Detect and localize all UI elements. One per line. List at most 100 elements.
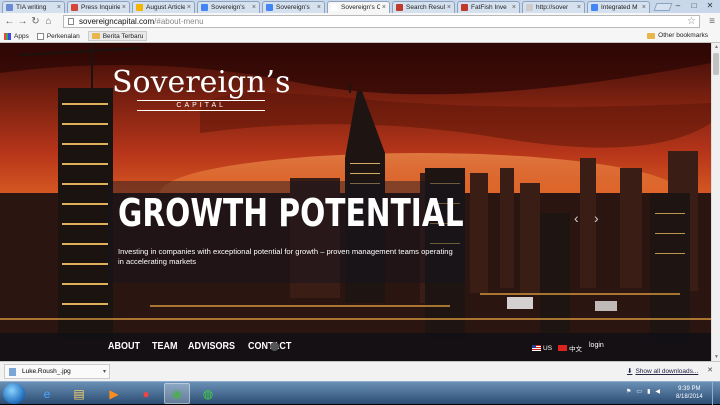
folder-icon	[647, 32, 656, 39]
tab-close-icon[interactable]: ×	[187, 4, 191, 11]
tab-close-icon[interactable]: ×	[447, 4, 451, 11]
address-bar[interactable]: sovereigncapital.com/#about-menu ☆	[63, 15, 700, 28]
close-icon[interactable]: ✕	[707, 366, 713, 374]
browser-tab[interactable]: Sovereign's C ×	[327, 1, 390, 13]
tab-label: August Articles	[146, 4, 185, 11]
window-controls: – □ ✕	[670, 0, 718, 11]
tab-favicon-icon	[266, 4, 273, 11]
url-path: /#about-menu	[154, 17, 204, 26]
apps-label: Apps	[14, 32, 29, 40]
scroll-up-icon[interactable]: ▲	[714, 44, 719, 50]
file-explorer-icon[interactable]: ▤	[66, 383, 92, 404]
download-shelf: Luke.Roush_.jpg ▾ ⬇ Show all downloads..…	[0, 361, 720, 381]
apps-bookmark[interactable]: Apps	[4, 32, 29, 40]
apps-grid-icon	[4, 32, 11, 40]
tab-close-icon[interactable]: ×	[57, 4, 61, 11]
tab-favicon-icon	[396, 4, 403, 11]
tab-close-icon[interactable]: ×	[252, 4, 256, 11]
bookmark-label: Perkenalan	[46, 32, 80, 40]
scrollbar-thumb[interactable]	[713, 53, 719, 75]
tab-close-icon[interactable]: ×	[122, 4, 126, 11]
tab-close-icon[interactable]: ×	[642, 4, 646, 11]
browser-tab[interactable]: TIA writing ×	[2, 1, 65, 13]
minimize-icon[interactable]: –	[670, 0, 686, 11]
network-icon[interactable]: ▮	[647, 388, 650, 395]
home-icon[interactable]: ⌂	[42, 15, 55, 28]
lang-cn[interactable]: 中文	[569, 343, 582, 353]
browser-tab[interactable]: Integrated M ×	[587, 1, 650, 13]
brand-name: Sovereign’s	[112, 65, 291, 100]
tab-label: Integrated M	[601, 4, 638, 11]
forward-icon[interactable]: →	[16, 15, 29, 28]
system-tray: ⚑ ▭ ▮ ◀	[626, 388, 665, 395]
nav-link-about[interactable]: ABOUT	[108, 341, 140, 352]
media-player-icon[interactable]: ▶	[101, 383, 127, 404]
brand-logo[interactable]: Sovereign’s CAPITAL	[112, 68, 290, 111]
tab-favicon-icon	[136, 4, 143, 11]
show-all-downloads-link[interactable]: ⬇ Show all downloads...	[627, 367, 699, 376]
browser-tab[interactable]: Sovereign's ×	[197, 1, 260, 13]
image-file-icon	[9, 367, 16, 376]
browser-toolbar: ← → ↻ ⌂ sovereigncapital.com/#about-menu…	[0, 13, 720, 30]
tab-close-icon[interactable]: ×	[382, 4, 386, 11]
tab-label: Press Inquiries	[81, 4, 120, 11]
browser-tab[interactable]: August Articles ×	[132, 1, 195, 13]
bookmarks-bar: Apps Perkenalan Berita Terbaru Other boo…	[0, 30, 720, 43]
page-viewport: Sovereign’s CAPITAL GROWTH POTENTIAL Inv…	[0, 43, 711, 361]
slider-prev-icon[interactable]: ‹	[574, 210, 579, 226]
chrome-icon[interactable]: ◉	[164, 383, 190, 404]
browser-tab[interactable]: Sovereign's ×	[262, 1, 325, 13]
scroll-down-icon[interactable]: ▼	[714, 354, 719, 360]
page-scrollbar[interactable]: ▲ ▼	[711, 43, 720, 361]
tab-label: Sovereign's C	[341, 4, 380, 11]
monitor-icon[interactable]: ▭	[636, 388, 642, 395]
tab-label: Sovereign's	[211, 4, 245, 11]
bookmark-perkenalan[interactable]: Perkenalan	[36, 32, 80, 40]
browser-tab[interactable]: Press Inquiries ×	[67, 1, 130, 13]
tab-label: http://sover	[536, 4, 569, 11]
china-flag-icon[interactable]	[558, 345, 568, 351]
clock-date: 8/18/2014	[676, 394, 703, 400]
reload-icon[interactable]: ↻	[29, 15, 42, 28]
app-icon[interactable]: ●	[133, 383, 159, 404]
tab-close-icon[interactable]: ×	[317, 4, 321, 11]
browser-tab[interactable]: http://sover ×	[522, 1, 585, 13]
tab-close-icon[interactable]: ×	[577, 4, 581, 11]
back-icon[interactable]: ←	[3, 15, 16, 28]
nav-link-team[interactable]: TEAM	[152, 341, 178, 352]
nav-search-icon[interactable]	[270, 342, 279, 351]
bookmark-star-icon[interactable]: ☆	[687, 16, 696, 27]
show-all-label: Show all downloads...	[635, 367, 699, 375]
folder-icon	[91, 33, 100, 39]
bookmark-berita-terbaru[interactable]: Berita Terbaru	[87, 31, 148, 41]
tab-favicon-icon	[526, 4, 533, 11]
us-flag-icon[interactable]	[532, 345, 541, 351]
lang-us[interactable]: US	[543, 345, 552, 352]
line-icon[interactable]: ◍	[195, 383, 221, 404]
tab-favicon-icon	[201, 4, 208, 11]
browser-tab[interactable]: Search Results×	[392, 1, 455, 13]
other-bookmarks-label: Other bookmarks	[658, 32, 708, 39]
close-window-icon[interactable]: ✕	[702, 0, 718, 11]
flag-icon[interactable]: ⚑	[626, 388, 631, 395]
show-desktop-button[interactable]	[712, 382, 720, 405]
other-bookmarks[interactable]: Other bookmarks	[647, 32, 708, 39]
chevron-down-icon[interactable]: ▾	[103, 368, 106, 375]
tab-label: TIA writing	[16, 4, 47, 11]
tab-favicon-icon	[461, 4, 468, 11]
tab-close-icon[interactable]: ×	[512, 4, 516, 11]
tab-strip: TIA writing × Press Inquiries × August Artic…	[0, 0, 720, 13]
browser-tab[interactable]: FatFish Inve ×	[457, 1, 520, 13]
maximize-icon[interactable]: □	[686, 0, 702, 11]
login-link[interactable]: login	[589, 342, 604, 349]
chrome-menu-icon[interactable]: ≡	[709, 16, 715, 27]
slider-next-icon[interactable]: ›	[594, 210, 599, 226]
system-clock[interactable]: 9:39 PM 8/18/2014	[676, 385, 703, 401]
volume-icon[interactable]: ◀	[655, 388, 660, 395]
start-button[interactable]	[3, 383, 25, 404]
download-item[interactable]: Luke.Roush_.jpg ▾	[4, 364, 110, 379]
url-host: sovereigncapital.com	[79, 17, 155, 26]
internet-explorer-icon[interactable]: e	[34, 383, 60, 404]
tab-favicon-icon	[71, 4, 78, 11]
nav-link-advisors[interactable]: ADVISORS	[188, 341, 235, 352]
